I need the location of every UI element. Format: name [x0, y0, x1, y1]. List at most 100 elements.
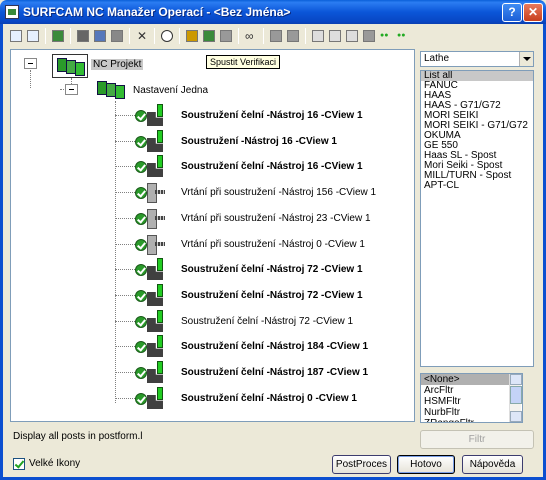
dots-green-icon[interactable]: ●● — [378, 28, 394, 44]
turning-operation-icon — [135, 310, 169, 332]
operation-label[interactable]: Soustružení -Nástroj 16 -CView 1 — [181, 136, 337, 147]
close-button[interactable]: ✕ — [523, 3, 543, 22]
toolbar-separator — [70, 28, 71, 44]
operation-label[interactable]: Soustružení čelní -Nástroj 184 -CView 1 — [181, 341, 368, 352]
operation-label[interactable]: Vrtání při soustružení -Nástroj 156 -CVi… — [181, 187, 376, 198]
tree-connector — [115, 166, 135, 167]
turning-operation-icon — [135, 130, 169, 152]
operation-label[interactable]: Soustružení čelní -Nástroj 16 -CView 1 — [181, 161, 363, 172]
check-icon — [135, 239, 147, 251]
check-icon — [135, 341, 147, 353]
tool-icon — [157, 284, 163, 297]
check-icon — [135, 393, 147, 405]
pen-icon[interactable] — [361, 28, 377, 44]
machine-type-value: Lathe — [424, 53, 450, 64]
verify-icon[interactable] — [184, 28, 200, 44]
operations-tree[interactable]: NC Projekt Nastavení Jedna Soustružení č… — [10, 49, 415, 422]
help-title-button[interactable]: ? — [502, 3, 522, 22]
help-button[interactable]: Nápověda — [462, 455, 523, 474]
turning-operation-icon — [135, 155, 169, 177]
operation-label[interactable]: Soustružení čelní -Nástroj 72 -CView 1 — [181, 264, 363, 275]
turning-operation-icon — [135, 104, 169, 126]
drilling-operation-icon — [135, 207, 169, 229]
tool-icon — [157, 361, 163, 374]
operation-label[interactable]: Soustružení čelní -Nástroj 0 -CView 1 — [181, 393, 357, 404]
ok-button[interactable]: Hotovo — [397, 455, 455, 474]
tool-icon — [157, 258, 163, 271]
tool-icon — [157, 130, 163, 143]
page-edit-icon[interactable] — [327, 28, 343, 44]
operation-label[interactable]: Vrtání při soustružení -Nástroj 0 -CView… — [181, 239, 365, 250]
toolbar-separator — [154, 28, 155, 44]
project-icon — [52, 54, 88, 78]
tree-connector — [115, 372, 135, 373]
postproces-button[interactable]: PostProces — [332, 455, 391, 474]
scroll-thumb[interactable] — [510, 386, 522, 404]
project-label[interactable]: NC Projekt — [91, 59, 144, 70]
glasses-icon[interactable]: ∞ — [243, 28, 259, 44]
scroll-up-icon[interactable] — [510, 374, 522, 385]
post-list[interactable]: List all FANUC HAAS HAAS - G71/G72 MORI SEIK… — [420, 70, 534, 367]
tree-connector — [115, 218, 135, 219]
page-check-icon[interactable] — [344, 28, 360, 44]
operation-label[interactable]: Vrtání při soustružení -Nástroj 23 -CVie… — [181, 213, 371, 224]
page-icon[interactable] — [310, 28, 326, 44]
status-text: Display all posts in postform.l — [13, 431, 143, 442]
large-icons-label: Velké Ikony — [29, 458, 81, 469]
tool-icon — [157, 335, 163, 348]
operation-label[interactable]: Soustružení čelní -Nástroj 72 -CView 1 — [181, 316, 353, 327]
filter-list-item[interactable]: ArcFltr — [421, 385, 522, 396]
collapse-setup-toggle[interactable] — [65, 84, 78, 95]
collapse-icon[interactable] — [25, 28, 41, 44]
toolbar-separator — [263, 28, 264, 44]
setup-label[interactable]: Nastavení Jedna — [133, 85, 208, 96]
tree-connector — [115, 192, 135, 193]
turning-operation-icon — [135, 387, 169, 409]
tool-icon — [157, 155, 163, 168]
toolbar-separator — [129, 28, 130, 44]
filter-button[interactable]: Filtr — [420, 430, 534, 449]
tree-connector — [115, 398, 135, 399]
paste-icon[interactable] — [109, 28, 125, 44]
window-title: SURFCAM NC Manažer Operací - <Bez Jména> — [23, 5, 291, 19]
filter-list-item[interactable]: NurbFltr — [421, 407, 522, 418]
check-icon — [135, 316, 147, 328]
copy-icon[interactable] — [92, 28, 108, 44]
check-icon — [135, 264, 147, 276]
scroll-down-icon[interactable] — [510, 411, 522, 422]
operation-label[interactable]: Soustružení čelní -Nástroj 187 -CView 1 — [181, 367, 368, 378]
copy-op-icon[interactable] — [50, 28, 66, 44]
machine-type-select[interactable]: Lathe — [420, 51, 534, 67]
delete-icon[interactable]: ✕ — [134, 28, 150, 44]
clock-icon[interactable] — [159, 28, 175, 44]
collapse-root-toggle[interactable] — [24, 58, 37, 69]
filter-list-scrollbar[interactable] — [509, 374, 522, 422]
tool-icon — [157, 387, 163, 400]
toolbar-separator — [179, 28, 180, 44]
chevron-down-icon[interactable] — [519, 52, 533, 66]
title-bar[interactable]: SURFCAM NC Manažer Operací - <Bez Jména>… — [0, 0, 546, 24]
filter-list[interactable]: <None>ArcFltrHSMFltrNurbFltrZRangeFltr — [420, 373, 523, 423]
drill-icon — [155, 242, 165, 246]
tool-icon[interactable] — [218, 28, 234, 44]
filter-list-item[interactable]: ZRangeFltr — [421, 418, 522, 422]
operation-label[interactable]: Soustružení čelní -Nástroj 72 -CView 1 — [181, 290, 363, 301]
expand-icon[interactable] — [8, 28, 24, 44]
toolbar-separator — [238, 28, 239, 44]
post-list-item[interactable]: APT-CL — [421, 181, 533, 191]
dots-green2-icon[interactable]: ●● — [395, 28, 411, 44]
arrow-down-icon[interactable] — [268, 28, 284, 44]
filter-list-item[interactable]: <None> — [421, 374, 522, 385]
operation-label[interactable]: Soustružení čelní -Nástroj 16 -CView 1 — [181, 110, 363, 121]
save-icon[interactable] — [201, 28, 217, 44]
edit-icon[interactable] — [285, 28, 301, 44]
cut-icon[interactable] — [75, 28, 91, 44]
check-icon — [135, 161, 147, 173]
tree-connector — [115, 244, 135, 245]
filter-list-item[interactable]: HSMFltr — [421, 396, 522, 407]
tree-connector — [115, 269, 135, 270]
tree-connector — [115, 295, 135, 296]
check-icon — [135, 187, 147, 199]
check-icon — [135, 367, 147, 379]
large-icons-checkbox[interactable] — [13, 458, 25, 470]
